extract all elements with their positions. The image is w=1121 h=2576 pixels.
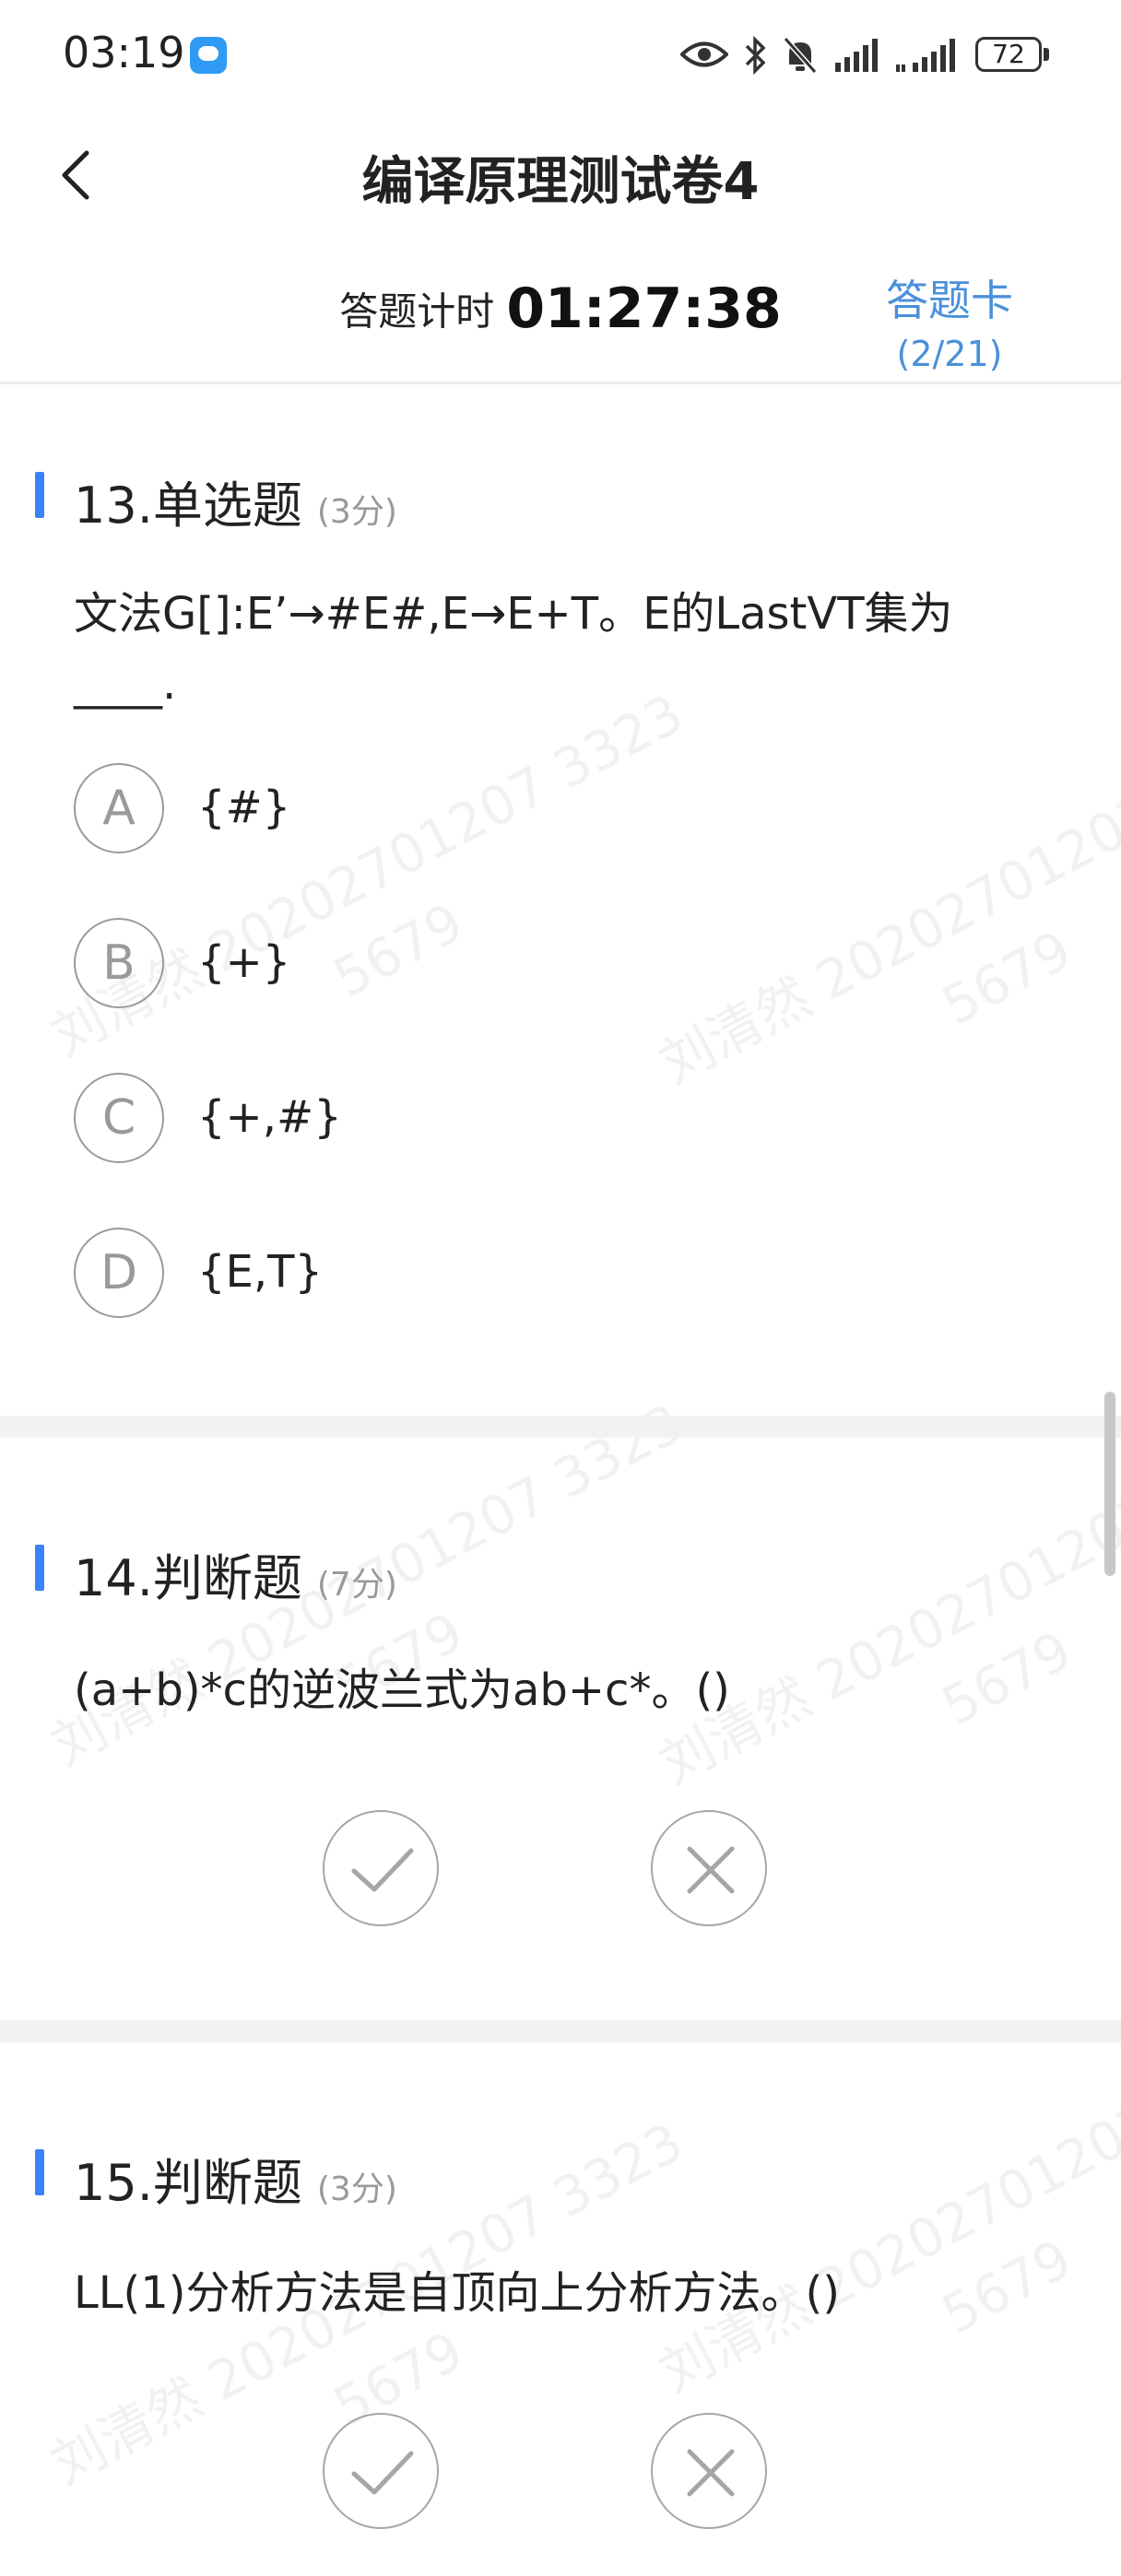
true-button[interactable]	[323, 2413, 439, 2529]
section-divider	[0, 2020, 1121, 2042]
question-score: (3分)	[316, 2170, 397, 2208]
scrollbar[interactable]	[1104, 1392, 1115, 1576]
status-time: 03:19	[63, 28, 185, 77]
close-icon	[687, 2449, 735, 2497]
question-text: (a+b)*c的逆波兰式为ab+c*。()	[74, 1664, 730, 1716]
option-letter: B	[74, 918, 164, 1008]
option-text: {E,T}	[197, 1246, 323, 1298]
signal-icon	[896, 39, 955, 72]
watermark: 刘清然 20202701207 33235679	[649, 710, 1121, 1096]
option-text: {+,#}	[197, 1091, 342, 1143]
question-marker	[35, 472, 44, 518]
bluetooth-icon	[745, 35, 766, 76]
option-text: {#}	[197, 782, 291, 833]
false-button[interactable]	[651, 1810, 767, 1926]
battery-icon: 72	[975, 35, 1051, 76]
question-score: (3分)	[316, 493, 397, 531]
status-bar: 03:19 72	[0, 0, 1121, 111]
check-icon	[351, 1848, 414, 1892]
timer-label: 答题计时	[339, 288, 495, 335]
chat-icon	[190, 37, 227, 74]
question-title: 13.单选题 (3分)	[74, 476, 397, 535]
answer-card-label: 答题卡	[886, 276, 1013, 325]
check-icon	[351, 2451, 414, 2495]
option-c[interactable]: C {+,#}	[74, 1073, 627, 1165]
true-button[interactable]	[323, 1810, 439, 1926]
watermark: 刘清然 20202701207 33235679	[41, 1391, 693, 1778]
mute-icon	[783, 37, 818, 74]
question-score: (7分)	[316, 1566, 397, 1604]
option-letter: A	[74, 763, 164, 853]
option-letter: C	[74, 1073, 164, 1163]
answer-card-progress: (2/21)	[896, 334, 1003, 374]
question-marker	[35, 2149, 44, 2195]
close-icon	[687, 1846, 735, 1894]
question-marker	[35, 1545, 44, 1591]
false-button[interactable]	[651, 2413, 767, 2529]
watermark: 刘清然 20202701207 33235679	[649, 1410, 1121, 1796]
option-letter: D	[74, 1228, 164, 1318]
header-divider	[0, 382, 1121, 384]
question-title: 15.判断题 (3分)	[74, 2154, 397, 2212]
eye-icon	[680, 41, 728, 67]
question-title: 14.判断题 (7分)	[74, 1549, 397, 1607]
signal-icon	[835, 39, 878, 72]
timer-value: 01:27:38	[506, 276, 782, 341]
battery-level: 72	[992, 39, 1025, 69]
option-d[interactable]: D {E,T}	[74, 1228, 627, 1320]
question-text: 文法G[]:E’→#E#,E→E+T。E的LastVT集为____.	[74, 588, 953, 710]
page-title: 编译原理测试卷4	[361, 152, 760, 212]
question-text: LL(1)分析方法是自顶向上分析方法。()	[74, 2267, 840, 2319]
option-text: {+}	[197, 936, 291, 988]
option-a[interactable]: A {#}	[74, 763, 627, 855]
section-divider	[0, 1416, 1121, 1438]
answer-card-button[interactable]: 答题卡 (2/21)	[857, 267, 1042, 374]
option-b[interactable]: B {+}	[74, 918, 627, 1010]
